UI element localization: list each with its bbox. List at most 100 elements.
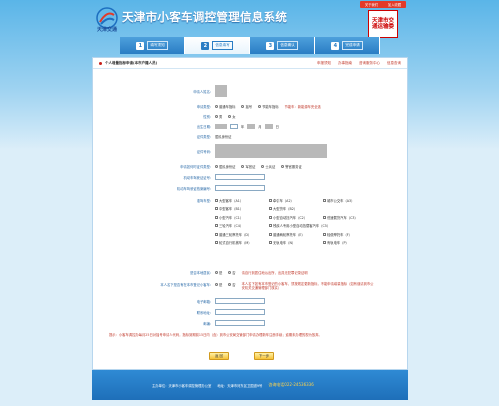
gender-option: 男 (219, 115, 223, 119)
birth-day-unit: 日 (275, 125, 279, 129)
progress-steps: 1 填写须知 2 信息填写 3 信息确认 4 完成申请 (120, 37, 380, 54)
birth-year-unit: 年 (241, 125, 245, 129)
next-button[interactable]: 下一步 (254, 352, 274, 360)
name-label: 申请人姓名: (193, 89, 211, 94)
back-button[interactable]: 返 回 (209, 352, 229, 360)
vehicle-type-row: 准驾车型: 大型客车（A1） 牵引车（A2） 城市公交车（A3） 中型客车（B1… (93, 198, 409, 245)
license-file-row: 机动车驾驶证档案编号: (93, 185, 409, 191)
step-label: 完成申请 (342, 41, 363, 50)
about-us-link[interactable]: 关于我们 (365, 2, 378, 7)
vehicle-type-option: 无轨电车（N） (273, 240, 296, 245)
step-number: 4 (331, 41, 340, 50)
vehicle-type-option: 轮式自行机械车（M） (219, 240, 252, 245)
doc-type-radio-4[interactable] (281, 165, 285, 168)
vehicle-type-checkbox[interactable] (269, 199, 272, 202)
notice-link[interactable]: 申报须知 (317, 61, 331, 66)
gender-female-radio[interactable] (228, 115, 232, 118)
registered-car-option: 否 (232, 283, 236, 287)
gender-label: 性别: (203, 115, 211, 119)
address-input[interactable] (215, 309, 265, 315)
applicant-type-radio-1[interactable] (215, 105, 218, 108)
vehicle-type-checkbox[interactable] (323, 232, 326, 236)
resident-hint: 请自行到居住地派出所，出具无犯罪记录证明 (241, 271, 308, 275)
name-field[interactable] (215, 85, 227, 97)
vehicle-type-checkbox[interactable] (269, 207, 272, 211)
applicant-type-option: 摇号 (245, 105, 253, 109)
vehicle-type-option: 普通两轮摩托车（E） (273, 232, 305, 237)
birth-month-field[interactable] (247, 124, 256, 129)
vehicle-type-checkbox[interactable] (269, 224, 272, 228)
step-number: 1 (136, 41, 145, 50)
vehicle-type-option: 中型客车（B1） (219, 207, 244, 212)
applicant-type-row: 申请类型: 普通车指标 摇号 节能车指标 节能车：新能源车完全选 (93, 104, 409, 109)
application-form-panel: 个人增量指标申请(本市户籍人员) 申报须知 办事指南 咨询服务中心 信息查询 申… (92, 57, 408, 370)
doc-type-option: 士兵证 (265, 165, 276, 169)
logo-text: 天津交通 (97, 27, 118, 33)
consult-link[interactable]: 咨询服务中心 (359, 61, 380, 66)
vehicle-type-option: 低速载货汽车（C3） (327, 215, 358, 220)
registered-car-yes-radio[interactable] (215, 283, 218, 286)
step-3: 3 信息确认 (250, 37, 315, 54)
step-2: 2 信息填写 (185, 37, 250, 54)
doc-type-option: 军官证 (245, 165, 256, 169)
vehicle-type-option: 三轮汽车（C4） (219, 224, 244, 229)
applicant-type-radio-2[interactable] (241, 105, 245, 108)
guide-link[interactable]: 办事指南 (338, 61, 352, 66)
resident-no-radio[interactable] (228, 271, 232, 274)
doc-type-radio-2[interactable] (241, 165, 245, 168)
email-label: 电子邮箱: (196, 299, 211, 304)
address-label: 联系地址: (196, 310, 211, 315)
email-input[interactable] (215, 298, 265, 304)
id-type-value: 居民身份证 (215, 135, 232, 139)
zip-input[interactable] (215, 320, 265, 326)
vehicle-type-checkbox[interactable] (215, 232, 218, 236)
birth-year-field[interactable] (215, 124, 227, 129)
resident-yes-radio[interactable] (215, 271, 218, 274)
name-row: 申请人姓名: (93, 85, 409, 97)
query-link[interactable]: 信息查询 (387, 61, 401, 66)
registered-car-hint: 本人名下如有本市登记的小客车，须按规定更新指标，不能申请增量指标（如有误请到市公… (241, 282, 374, 290)
registered-car-option: 是 (219, 283, 223, 287)
add-favorite-link[interactable]: 加入收藏 (388, 2, 401, 7)
id-type-row: 证件类型: 居民身份证 (93, 134, 409, 139)
vehicle-type-checkbox[interactable] (215, 224, 218, 228)
vehicle-type-option: 大型客车（A1） (219, 199, 244, 203)
site-header: 天津交通 天津市小客车调控管理信息系统 关于我们 加入收藏 天津市交通运输委 (0, 0, 499, 38)
registered-car-no-radio[interactable] (228, 283, 232, 286)
form-notice: 提示：小客车调控办每月25日对摇号申请人代码，指标到期前15日内（含）到市公安局… (109, 333, 322, 337)
vehicle-type-option: 普通三轮摩托车（D） (219, 232, 252, 237)
vehicle-type-option: 小型汽车（C1） (219, 215, 244, 220)
doc-type-radio-1[interactable] (215, 165, 218, 168)
vehicle-type-checkbox[interactable] (215, 207, 218, 211)
resident-label: 是否本地居民: (190, 271, 211, 275)
registered-car-row: 本人名下是否有在本市登记小客车: 是 否 本人名下如有本市登记的小客车，须按规定… (93, 282, 409, 290)
birth-day-field[interactable] (264, 124, 273, 129)
id-number-label: 证件号码: (196, 149, 211, 154)
gender-male-radio[interactable] (215, 115, 218, 118)
vehicle-type-checkbox[interactable] (215, 240, 218, 244)
vehicle-type-checkbox[interactable] (269, 232, 272, 236)
vehicle-type-checkbox[interactable] (269, 215, 272, 219)
vehicle-type-checkbox[interactable] (215, 199, 218, 202)
license-number-label: 机动车驾驶证证号: (183, 175, 212, 180)
birth-label: 出生日期: (196, 125, 211, 129)
step-label: 信息确认 (277, 41, 298, 50)
zip-label: 邮编: (203, 321, 211, 326)
id-number-field[interactable] (215, 144, 327, 158)
applicant-type-radio-3[interactable] (258, 105, 262, 108)
birth-year-select[interactable] (230, 124, 238, 129)
doc-type-radio-3[interactable] (261, 165, 265, 168)
vehicle-type-checkbox[interactable] (323, 240, 326, 244)
doc-type-option: 居民身份证 (219, 165, 236, 169)
registered-car-label: 本人名下是否有在本市登记小客车: (160, 283, 211, 287)
license-file-input[interactable] (215, 185, 265, 191)
step-label: 信息填写 (212, 41, 233, 50)
license-number-input[interactable] (215, 174, 265, 180)
vehicle-type-checkbox[interactable] (323, 215, 326, 219)
vehicle-type-checkbox[interactable] (323, 199, 326, 202)
vehicle-type-option: 牵引车（A2） (273, 199, 294, 203)
vehicle-type-checkbox[interactable] (269, 240, 272, 244)
vehicle-type-checkbox[interactable] (215, 215, 218, 219)
form-heading-bar: 个人增量指标申请(本市户籍人员) 申报须知 办事指南 咨询服务中心 信息查询 (93, 58, 407, 69)
step-number: 3 (266, 41, 275, 50)
